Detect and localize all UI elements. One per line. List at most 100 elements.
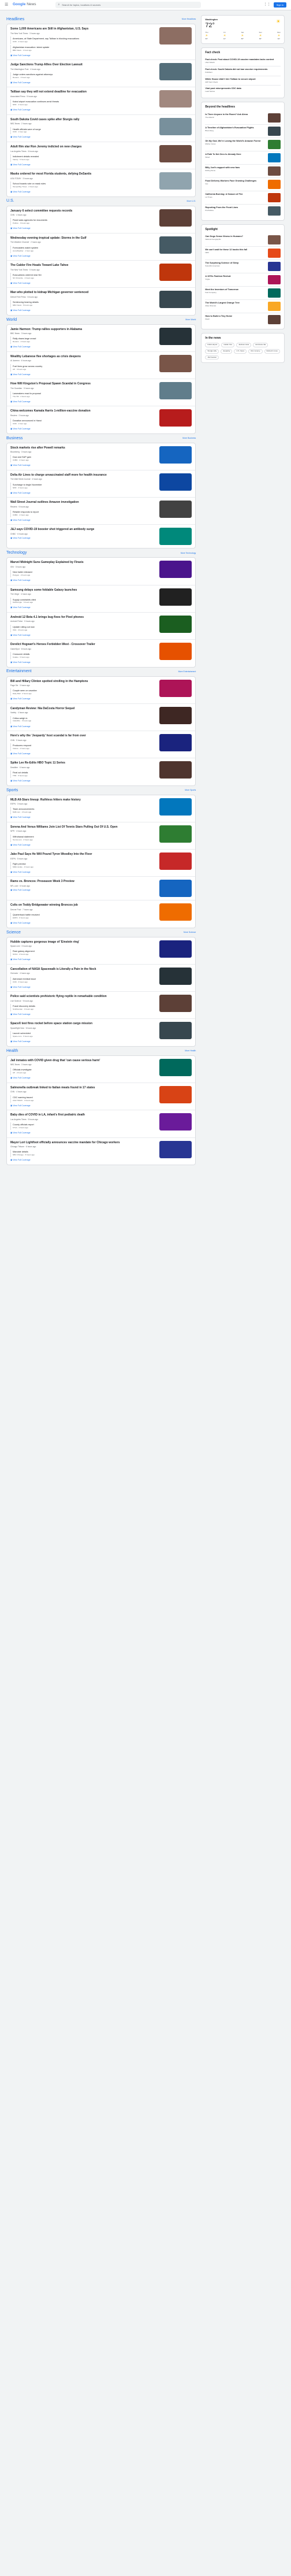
- headline-link[interactable]: Police said scientists prehistoric flyin…: [10, 995, 156, 999]
- related-story[interactable]: Dow and S&P gain CNBC · 2 hours ago: [10, 455, 156, 463]
- headline-link[interactable]: Candyman Review: Nia DaCosta Horror Sequ…: [10, 707, 156, 711]
- full-coverage-link[interactable]: ▣ View Full Coverage: [10, 1104, 156, 1107]
- full-coverage-link[interactable]: ▣ View Full Coverage: [10, 464, 156, 467]
- full-coverage-link[interactable]: ▣ View Full Coverage: [10, 519, 156, 522]
- related-story[interactable]: Mandate details NBC Chicago · 5 hours ago: [10, 1150, 156, 1158]
- headline-link[interactable]: MLB All-Stars lineup: Ruthless hitters m…: [10, 798, 156, 802]
- story-thumbnail[interactable]: [159, 528, 192, 546]
- side-item[interactable]: Can Dogs Sense Illness in Humans? Nationa…: [205, 233, 281, 247]
- headline-link[interactable]: Masks ordered for most Florida students,…: [10, 172, 156, 176]
- full-coverage-link[interactable]: ▣ View Full Coverage: [10, 401, 156, 403]
- headline-link[interactable]: Serena And Venus Williams Join List Of T…: [10, 825, 156, 829]
- story-thumbnail[interactable]: [159, 354, 192, 372]
- headline-link[interactable]: The Caldor Fire Heads Toward Lake Tahoe: [10, 264, 156, 268]
- story-thumbnail[interactable]: [159, 63, 192, 81]
- related-story[interactable]: Producers respond Vulture · 4 hours ago: [10, 743, 156, 751]
- related-story[interactable]: Supply constraints cited 9to5Google · 3 h…: [10, 597, 156, 605]
- related-story[interactable]: Fight preview MMA Junkie · 4 hours ago: [10, 861, 156, 869]
- related-story[interactable]: Critics weigh in IndieWire · 3 hours ago: [10, 716, 156, 724]
- side-headline[interactable]: A Timeline of Afghanistan's Evacuation F…: [205, 127, 253, 129]
- full-coverage-link[interactable]: ▣ View Full Coverage: [10, 780, 156, 783]
- full-coverage-link[interactable]: ▣ View Full Coverage: [10, 816, 156, 819]
- story-thumbnail[interactable]: [159, 940, 192, 958]
- full-coverage-link[interactable]: ▣ View Full Coverage: [10, 661, 156, 664]
- side-item[interactable]: Is There Anyone in the Room? Ask Alexa Th…: [205, 112, 281, 125]
- related-story[interactable]: Crossover details Kotaku · 5 hours ago: [10, 652, 156, 659]
- side-headline[interactable]: Fact check: Post about COVID-19 vaccine …: [205, 58, 274, 61]
- side-item[interactable]: Fact check: South Dakota did not ban vac…: [205, 66, 281, 76]
- full-coverage-link[interactable]: ▣ View Full Coverage: [10, 537, 156, 540]
- side-item[interactable]: Fact check: Post about COVID-19 vaccine …: [205, 57, 281, 66]
- section-title[interactable]: Technology: [6, 550, 27, 555]
- side-thumbnail[interactable]: [268, 113, 281, 123]
- headline-link[interactable]: Hubble captures gorgeous image of 'Einst…: [10, 940, 156, 944]
- side-headline[interactable]: A Path To Net Zero Is Already Here: [205, 153, 241, 156]
- story-thumbnail[interactable]: [159, 615, 192, 633]
- story-thumbnail[interactable]: [159, 561, 192, 579]
- topic-chip[interactable]: Jackson Hole: [236, 342, 252, 347]
- more-link[interactable]: More World: [185, 318, 196, 321]
- headline-link[interactable]: Judge Sanctions Trump Allies Over Electi…: [10, 63, 156, 67]
- headline-link[interactable]: January 6 select committee requests reco…: [10, 209, 156, 213]
- full-coverage-link[interactable]: ▣ View Full Coverage: [10, 346, 156, 349]
- related-story[interactable]: Health officials warn of surge CNN · 1 ho…: [10, 127, 156, 135]
- side-thumbnail[interactable]: [268, 153, 281, 162]
- headline-link[interactable]: Wealthy Lebanese flee shortages as crisi…: [10, 355, 156, 359]
- headline-link[interactable]: J&J says COVID-19 booster shot triggered…: [10, 528, 156, 532]
- story-thumbnail[interactable]: [159, 501, 192, 518]
- full-coverage-link[interactable]: ▣ View Full Coverage: [10, 634, 156, 637]
- related-story[interactable]: Panel asks agencies for documents Politic…: [10, 218, 156, 226]
- related-story[interactable]: Fuel lines grow across country AP · 3 hou…: [10, 364, 156, 372]
- related-story[interactable]: Kabul airport evacuation continues amid …: [10, 99, 156, 108]
- related-story[interactable]: Afghanistan evacuation: latest update BBC…: [10, 45, 156, 53]
- side-item[interactable]: The Surprising Science of Sleep Scientifi…: [205, 260, 281, 274]
- related-story[interactable]: Astronaut medical issue CNN · 3 hours ago: [10, 976, 156, 984]
- story-thumbnail[interactable]: [159, 706, 192, 724]
- headline-link[interactable]: Jamie Harmon: Trump rallies supporters i…: [10, 328, 156, 332]
- story-thumbnail[interactable]: [159, 588, 192, 606]
- related-story[interactable]: Judge orders sanctions against attorneys…: [10, 72, 156, 80]
- story-thumbnail[interactable]: [159, 27, 192, 45]
- side-item[interactable]: Viral post misrepresents CDC data Lead St…: [205, 86, 281, 95]
- related-story[interactable]: Launch scheduled Space.com · 5 hours ago: [10, 1031, 156, 1039]
- story-thumbnail[interactable]: [159, 236, 192, 254]
- full-coverage-link[interactable]: ▣ View Full Coverage: [10, 922, 156, 925]
- topic-chip[interactable]: Caldor Fire: [221, 342, 235, 347]
- headline-link[interactable]: Cancellation of NASA Spacewalk is Litera…: [10, 968, 156, 972]
- headline-link[interactable]: Wall Street Journal outlines Amazon inve…: [10, 501, 156, 505]
- full-coverage-link[interactable]: ▣ View Full Coverage: [10, 1013, 156, 1016]
- side-headline[interactable]: Fact check: South Dakota did not ban vac…: [205, 68, 267, 71]
- full-coverage-link[interactable]: ▣ View Full Coverage: [10, 282, 156, 285]
- side-headline[interactable]: We can't wait for these 12 books this fa…: [205, 249, 247, 251]
- section-title[interactable]: Science: [6, 930, 21, 935]
- headline-link[interactable]: China welcomes Kamala Harris 1-million-v…: [10, 409, 156, 413]
- side-thumbnail[interactable]: [268, 235, 281, 245]
- apps-icon[interactable]: ⋮⋮: [264, 3, 271, 8]
- headline-link[interactable]: Mayor Lori Lightfoot officially announce…: [10, 1141, 156, 1145]
- related-story[interactable]: Team announcements MLB.com · 2 hours ago: [10, 807, 156, 815]
- section-title[interactable]: Entertainment: [6, 669, 32, 674]
- story-thumbnail[interactable]: [159, 995, 192, 1013]
- side-headline[interactable]: Reporting From the Front Lines: [205, 206, 238, 209]
- full-coverage-link[interactable]: ▣ View Full Coverage: [10, 428, 156, 431]
- section-title[interactable]: Health: [6, 1048, 18, 1054]
- topic-chip[interactable]: J&J booster: [205, 355, 219, 360]
- headline-link[interactable]: Rams vs. Broncos: Preseason Week 3 Previ…: [10, 880, 156, 884]
- side-thumbnail[interactable]: [268, 275, 281, 285]
- full-coverage-link[interactable]: ▣ View Full Coverage: [10, 579, 156, 582]
- side-headline[interactable]: White House didn't hire Taliban to secur…: [205, 78, 255, 81]
- side-item[interactable]: How to Build a Tiny Home Dwell: [205, 313, 281, 326]
- full-coverage-link[interactable]: ▣ View Full Coverage: [10, 136, 156, 139]
- side-item[interactable]: California Burning: A Season of Fire LA T…: [205, 191, 281, 205]
- side-item[interactable]: Oh My God, We're Losing the World's Amaz…: [205, 138, 281, 151]
- full-coverage-link[interactable]: ▣ View Full Coverage: [10, 889, 156, 892]
- story-thumbnail[interactable]: [159, 90, 192, 108]
- side-item[interactable]: Meet the Inventors of Tomorrow Fast Compa…: [205, 287, 281, 301]
- related-story[interactable]: Americans, at State Department, say Tali…: [10, 36, 156, 44]
- story-thumbnail[interactable]: [159, 145, 192, 162]
- full-coverage-link[interactable]: ▣ View Full Coverage: [10, 309, 156, 312]
- story-thumbnail[interactable]: [159, 1085, 192, 1103]
- full-coverage-link[interactable]: ▣ View Full Coverage: [10, 871, 156, 874]
- related-story[interactable]: Update rolling out now XDA · 4 hours ago: [10, 624, 156, 632]
- side-headline[interactable]: Billy Joel's rapport with new fans: [205, 166, 240, 169]
